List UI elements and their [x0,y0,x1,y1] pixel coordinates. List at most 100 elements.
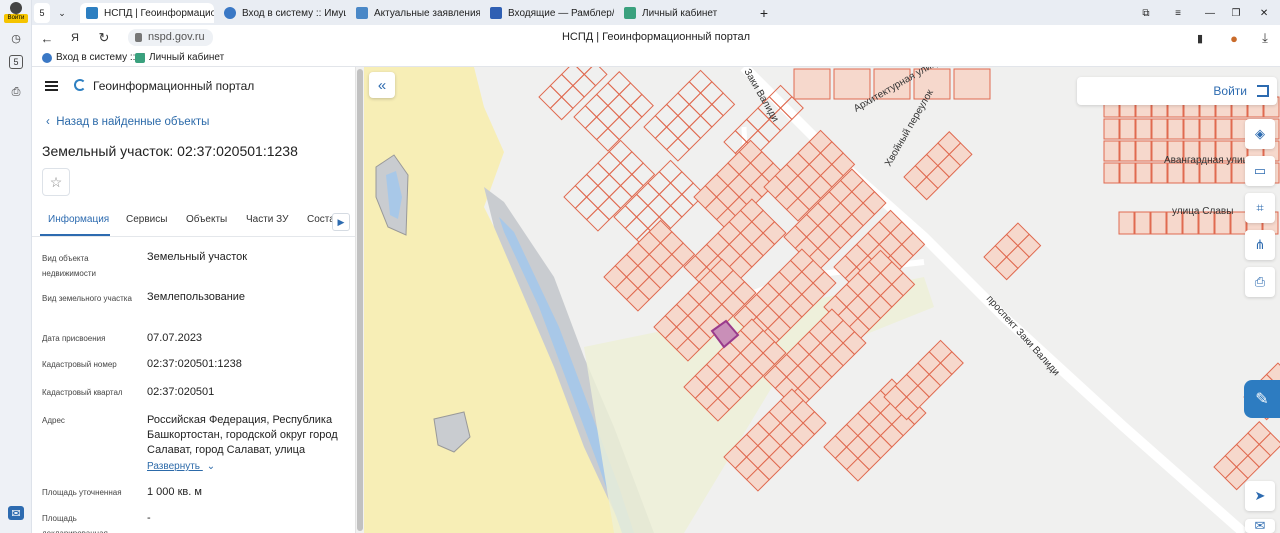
map-login-button[interactable]: Войти [1077,77,1277,105]
parcel[interactable] [1103,140,1120,162]
parcel[interactable] [1151,162,1168,184]
tab-objects[interactable]: Объекты [186,214,227,225]
parcel[interactable] [1151,118,1168,140]
parcel[interactable] [619,173,644,198]
mail-map-icon[interactable]: ✉ [1245,518,1275,533]
parcel[interactable] [538,84,563,110]
parcel[interactable] [1135,140,1152,162]
map-view[interactable]: Заки Валиди Архитектурная улица Хвойный … [364,67,1280,533]
parcel[interactable] [1199,162,1216,184]
parcel-block[interactable] [603,219,696,312]
chat-icon[interactable]: ✎ [1244,380,1280,418]
downloads-icon[interactable]: ⤓ [1257,30,1273,46]
parcel[interactable] [665,92,690,117]
parcel[interactable] [647,193,672,218]
print-icon[interactable]: ⎙ [1245,267,1275,297]
parcel[interactable] [585,162,610,187]
minimize-button[interactable]: — [1200,3,1220,23]
parcel-block[interactable] [643,69,736,162]
history-icon[interactable]: ◷ [6,28,26,48]
select-area-icon[interactable]: ⌗ [1245,193,1275,223]
parcel[interactable] [1135,162,1152,184]
parcel-block[interactable] [573,71,654,152]
share-icon[interactable]: ⋔ [1245,230,1275,260]
parcel-block[interactable] [883,339,964,421]
parcel[interactable] [1119,140,1136,162]
tab-cabinet[interactable]: Личный кабинет [618,3,758,23]
chevron-right-icon[interactable]: ▶ [332,213,350,231]
bookmark-cabinet[interactable]: Личный кабинет [135,52,224,63]
layers-icon[interactable]: ◈ [1245,119,1275,149]
parcel[interactable] [658,159,683,184]
parcel[interactable] [595,104,620,130]
parcel[interactable] [1215,162,1232,184]
parcel[interactable] [1167,118,1184,140]
parcel[interactable] [677,81,702,106]
parcel[interactable] [677,126,702,151]
parcel[interactable] [1134,211,1151,235]
parcel[interactable] [597,151,622,176]
parcel[interactable] [572,73,597,98]
parcel[interactable] [1199,118,1216,140]
parcel[interactable] [549,73,574,98]
parcel[interactable] [619,151,644,176]
parcel-block[interactable] [903,131,973,201]
parcel[interactable] [629,93,654,118]
parcel[interactable] [1118,211,1135,235]
parcel[interactable] [560,84,585,110]
parcel-block[interactable] [538,67,608,121]
parcel[interactable] [688,92,713,117]
parcel[interactable] [1119,162,1136,184]
tab-login[interactable]: Вход в систему :: Имущес [218,3,346,23]
parcel[interactable] [563,184,588,210]
ruler-icon[interactable]: ▭ [1245,156,1275,186]
parcel[interactable] [699,103,724,128]
parcel[interactable] [572,67,597,76]
parcel[interactable] [1215,118,1232,140]
parcel[interactable] [1103,118,1120,140]
parcel[interactable] [624,193,649,218]
parcel[interactable] [643,114,668,140]
parcel[interactable] [1167,162,1184,184]
parcel[interactable] [608,184,633,210]
tabs-menu-icon[interactable]: ⌄ [54,3,70,23]
parcel[interactable] [573,104,598,130]
panel-scrollbar[interactable] [355,67,364,533]
parcel[interactable] [597,196,622,221]
menu-icon[interactable]: ≡ [1168,3,1188,23]
parcel[interactable] [665,137,690,162]
parcel[interactable] [654,126,679,151]
parcel[interactable] [607,93,632,118]
parcel[interactable] [595,127,620,152]
parcel[interactable] [669,171,694,196]
mail-icon[interactable]: ✉ [8,506,24,520]
parcel[interactable] [688,114,713,140]
parcel[interactable] [607,71,632,96]
parcel[interactable] [654,103,679,128]
restore-button[interactable]: ❐ [1226,3,1246,23]
parcel[interactable] [613,204,638,230]
tab-statements[interactable]: Актуальные заявления [350,3,480,23]
parcel[interactable] [665,114,690,140]
parcel[interactable] [597,173,622,198]
bookmark-icon[interactable]: ▮ [1192,30,1208,46]
parcel[interactable] [677,103,702,128]
hamburger-menu-icon[interactable] [45,81,58,91]
parcel[interactable] [618,82,643,107]
locate-icon[interactable]: ➤ [1245,481,1275,511]
collections-icon[interactable]: ⧉ [1136,3,1156,23]
parcel[interactable] [1119,118,1136,140]
parcel[interactable] [658,182,683,207]
bookmark-login[interactable]: Вход в систему :: И [42,52,145,63]
collapse-panel-button[interactable]: « [369,72,395,98]
parcel[interactable] [669,193,694,218]
camera-icon[interactable]: ⎙ [6,82,26,102]
parcel[interactable] [595,82,620,107]
parcel[interactable] [560,67,585,87]
parcel[interactable] [1183,162,1200,184]
tab-counter[interactable]: 5 [34,3,50,23]
parcel[interactable] [584,93,609,118]
parcel[interactable] [631,162,656,187]
parcel[interactable] [953,68,991,100]
parcel[interactable] [647,171,672,196]
